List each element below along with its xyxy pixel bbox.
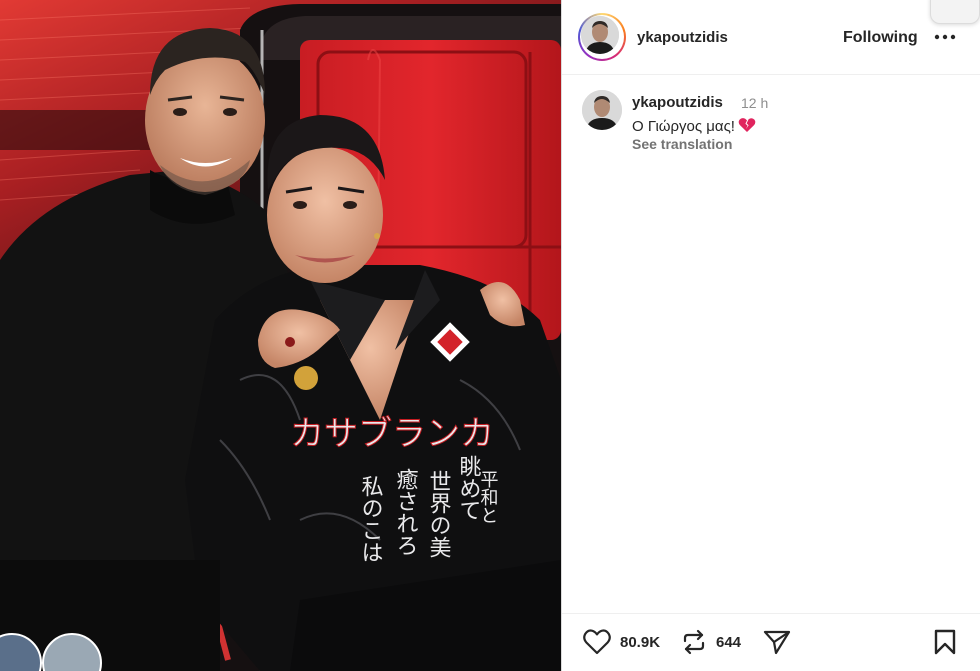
caption-username[interactable]: ykapoutzidis — [632, 94, 723, 111]
caption-avatar[interactable] — [582, 90, 622, 130]
like-count[interactable]: 80.9K — [620, 634, 660, 651]
broken-heart-icon — [738, 118, 756, 132]
caption-timestamp[interactable]: 12 h — [741, 95, 768, 111]
story-ring[interactable] — [578, 13, 626, 61]
bookmark-icon[interactable] — [932, 628, 958, 661]
repost-icon[interactable] — [680, 628, 708, 661]
repost-count[interactable]: 644 — [716, 634, 741, 651]
shirt-print-text: 癒されろ — [393, 468, 419, 556]
caption-text-content: Ο Γιώργος μας! — [632, 118, 735, 135]
more-options-icon[interactable] — [932, 24, 958, 50]
post-side-panel: ykapoutzidis Following ykapoutzidis 12 h… — [561, 0, 980, 671]
post-image: カサブランカ 平和と 世界の美 私のこは 癒されろ 眺めて — [0, 0, 561, 671]
post-header: ykapoutzidis Following — [562, 0, 980, 75]
shirt-print-title: カサブランカ — [290, 414, 494, 454]
post-actions-bar: 80.9K 644 — [562, 613, 980, 671]
shirt-print-text: 私のこは — [358, 475, 384, 563]
following-button[interactable]: Following — [843, 29, 918, 47]
author-avatar[interactable] — [581, 16, 619, 54]
heart-icon[interactable] — [582, 628, 612, 661]
post-photo[interactable]: カサブランカ 平和と 世界の美 私のこは 癒されろ 眺めて — [0, 0, 561, 671]
see-translation-link[interactable]: See translation — [632, 136, 732, 152]
shirt-print-text: 平和と — [478, 470, 499, 524]
shirt-print-text: 眺めて — [456, 455, 481, 521]
author-username[interactable]: ykapoutzidis — [637, 29, 728, 46]
caption-text: Ο Γιώργος μας! — [632, 117, 756, 135]
send-icon[interactable] — [762, 628, 792, 661]
shirt-print-text: 世界の美 — [426, 470, 452, 558]
